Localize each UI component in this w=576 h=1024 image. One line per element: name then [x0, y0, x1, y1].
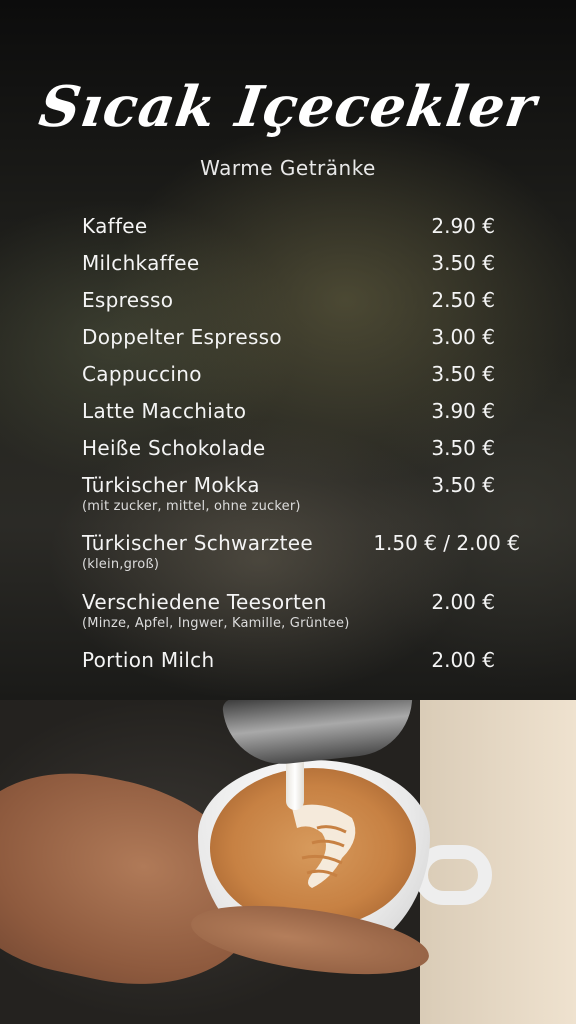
item-price: 3.50 € [431, 436, 495, 460]
item-name: Latte Macchiato [82, 399, 247, 423]
item-price: 2.90 € [431, 214, 495, 238]
menu-item-cappuccino: Cappuccino 3.50 € [82, 362, 512, 399]
item-name: Cappuccino [82, 362, 202, 386]
latte-art-icon [292, 804, 356, 888]
item-name: Türkischer Schwarztee [82, 531, 313, 555]
item-name: Türkischer Mokka [82, 473, 260, 497]
item-name: Milchkaffee [82, 251, 200, 275]
menu-item-tuerkischer-mokka: Türkischer Mokka 3.50 € (mit zucker, mit… [82, 473, 512, 531]
item-price: 3.50 € [431, 473, 495, 497]
latte-art-photo [0, 700, 576, 1024]
item-price: 2.00 € [431, 590, 495, 614]
menu-item-latte-macchiato: Latte Macchiato 3.90 € [82, 399, 512, 436]
item-price: 1.50 € / 2.00 € [373, 531, 520, 555]
menu-subtitle: Warme Getränke [200, 156, 376, 180]
menu-list: Kaffee 2.90 € Milchkaffee 3.50 € Espress… [82, 214, 520, 685]
item-note: (klein,groß) [82, 557, 160, 572]
menu-item-verschiedene-teesorten: Verschiedene Teesorten 2.00 € (Minze, Ap… [82, 590, 512, 648]
item-name: Kaffee [82, 214, 148, 238]
item-name: Verschiedene Teesorten [82, 590, 327, 614]
menu-item-espresso: Espresso 2.50 € [82, 288, 512, 325]
item-price: 3.00 € [431, 325, 495, 349]
item-name: Doppelter Espresso [82, 325, 282, 349]
item-note: (mit zucker, mittel, ohne zucker) [82, 499, 301, 514]
item-price: 2.00 € [431, 648, 495, 672]
menu-item-portion-milch: Portion Milch 2.00 € [82, 648, 512, 685]
item-name: Espresso [82, 288, 174, 312]
menu-panel: Sıcak Içecekler Warme Getränke Kaffee 2.… [0, 0, 576, 700]
item-price: 3.90 € [431, 399, 495, 423]
menu-item-tuerkischer-schwarztee: Türkischer Schwarztee 1.50 € / 2.00 € (k… [82, 531, 520, 590]
item-name: Portion Milch [82, 648, 215, 672]
menu-item-heisse-schokolade: Heiße Schokolade 3.50 € [82, 436, 512, 473]
menu-item-kaffee: Kaffee 2.90 € [82, 214, 512, 251]
item-price: 3.50 € [431, 362, 495, 386]
item-name: Heiße Schokolade [82, 436, 266, 460]
item-note: (Minze, Apfel, Ingwer, Kamille, Grüntee) [82, 616, 350, 631]
menu-title: Sıcak Içecekler [35, 74, 541, 140]
menu-item-doppelter-espresso: Doppelter Espresso 3.00 € [82, 325, 512, 362]
item-price: 2.50 € [431, 288, 495, 312]
item-price: 3.50 € [431, 251, 495, 275]
menu-item-milchkaffee: Milchkaffee 3.50 € [82, 251, 512, 288]
